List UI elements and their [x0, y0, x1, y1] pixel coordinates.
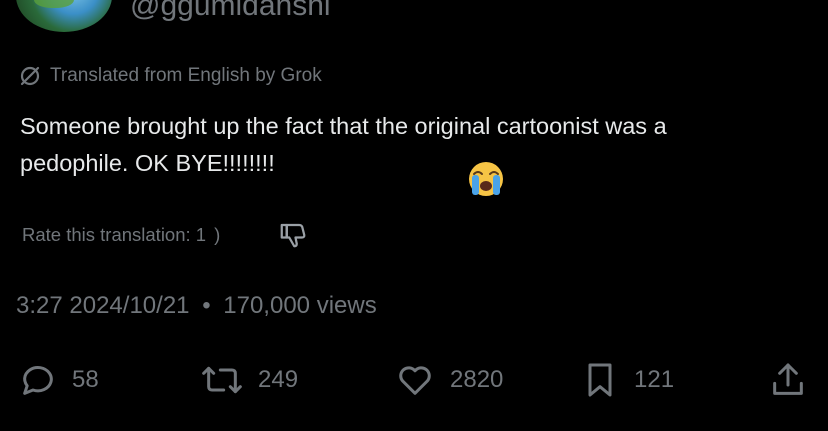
grok-translate-icon [18, 64, 42, 88]
tweet-text: Someone brought up the fact that the ori… [20, 108, 800, 182]
action-bar: 58 249 2820 121 [0, 356, 828, 404]
avatar[interactable] [16, 0, 112, 32]
share-button[interactable] [768, 356, 808, 404]
repost-button[interactable]: 249 [200, 356, 298, 404]
tweet-date[interactable]: 2024/10/21 [69, 292, 189, 319]
bookmark-icon [580, 360, 620, 400]
rate-translation-suffix: ) [214, 224, 221, 245]
reply-icon [18, 360, 58, 400]
bookmark-button[interactable]: 121 [580, 356, 674, 404]
thumbs-down-icon[interactable] [278, 220, 308, 250]
tweet-text-line-2: pedophile. OK BYE!!!!!!!! [20, 150, 275, 176]
share-icon [768, 360, 808, 400]
repost-count: 249 [258, 366, 299, 393]
translation-notice-text: Translated from English by Grok [50, 65, 322, 86]
rate-translation: Rate this translation: 1 ) [22, 220, 220, 250]
author-handle[interactable]: @ggumidanshi [130, 0, 331, 26]
reply-button[interactable]: 58 [18, 356, 99, 404]
loudly-crying-face-emoji [466, 159, 506, 199]
tweet-views[interactable]: 170,000 views [223, 292, 376, 319]
repost-icon [200, 360, 244, 400]
rate-translation-label: Rate this translation: 1 [22, 224, 207, 245]
bookmark-count: 121 [634, 366, 675, 393]
translation-notice: Translated from English by Grok [18, 62, 322, 90]
tweet-meta: 3:27 2024/10/21 • 170,000 views [16, 292, 377, 320]
like-button[interactable]: 2820 [394, 356, 503, 404]
tweet-text-line-1: Someone brought up the fact that the ori… [20, 113, 667, 139]
reply-count: 58 [72, 366, 99, 393]
like-count: 2820 [450, 366, 504, 393]
like-icon [394, 360, 436, 400]
meta-separator: • [202, 292, 211, 319]
tweet-time[interactable]: 3:27 [16, 292, 63, 319]
